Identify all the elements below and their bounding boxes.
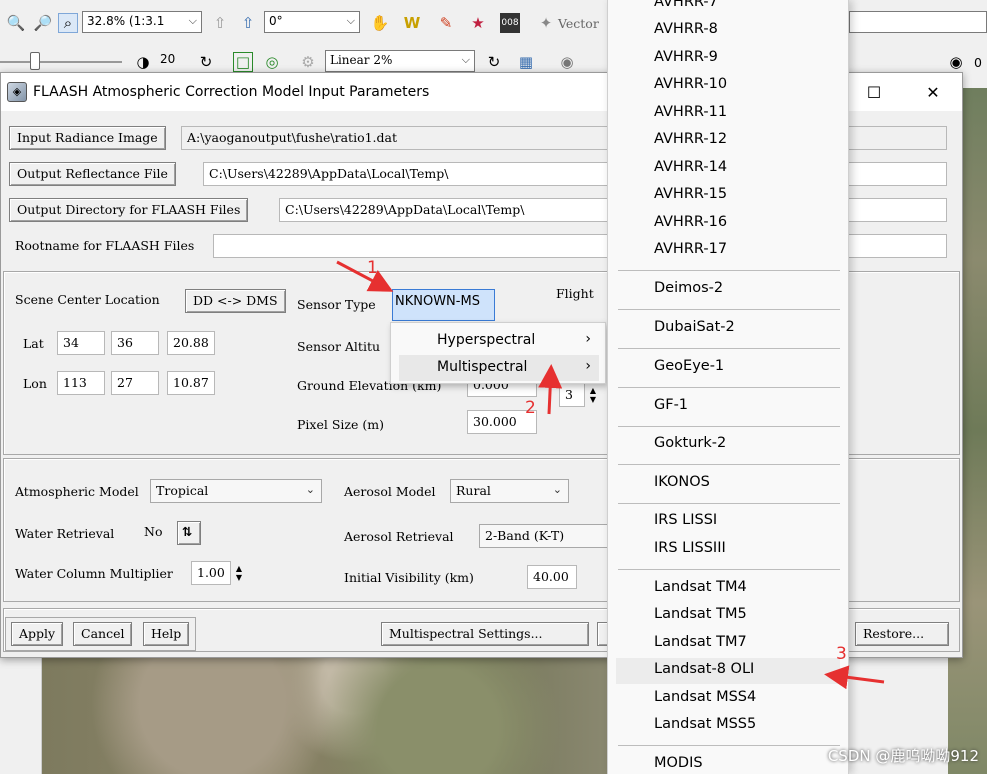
watermark: CSDN @鹿呜呦呦912 xyxy=(827,747,979,765)
annotation-step3: 3 xyxy=(836,644,847,664)
annotation-step2: 2 xyxy=(525,398,536,418)
arrow-step1 xyxy=(336,260,394,292)
arrow-step3 xyxy=(824,665,885,690)
arrow-step2 xyxy=(538,364,563,415)
annotation-step1: 1 xyxy=(367,258,378,278)
